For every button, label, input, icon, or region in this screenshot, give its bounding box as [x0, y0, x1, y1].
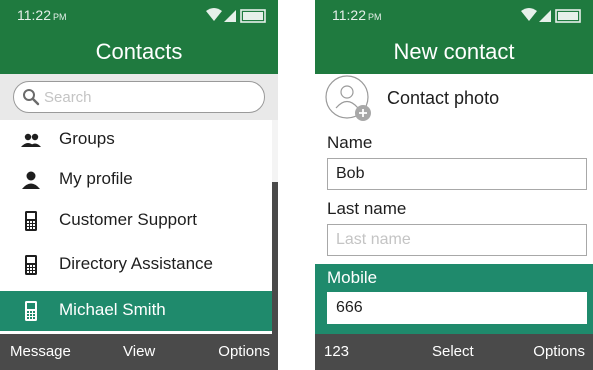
contact-photo-row[interactable]: Contact photo [315, 74, 593, 124]
status-bar: 11:22 PM [0, 0, 278, 30]
wifi-icon [206, 8, 222, 21]
status-ampm: PM [53, 12, 67, 22]
list-item-label: Customer Support [59, 210, 197, 229]
search-area [0, 74, 278, 120]
softkey-message[interactable]: Message [10, 343, 71, 360]
search-icon [23, 89, 40, 106]
last-name-label: Last name [327, 199, 407, 218]
phone-device-icon [25, 211, 37, 231]
mobile-field[interactable] [327, 292, 587, 324]
softkey-select[interactable]: Select [432, 343, 474, 360]
contact-photo-label: Contact photo [387, 88, 500, 108]
name-label: Name [327, 133, 373, 152]
new-contact-screen: 11:22PM New contact Contact photo Name L… [315, 0, 593, 370]
list-item-my-profile[interactable]: My profile [0, 160, 272, 200]
groups-icon [21, 133, 41, 147]
phone-device-icon [25, 301, 37, 321]
page-title: New contact [315, 30, 593, 74]
status-ampm: PM [368, 12, 382, 22]
name-field[interactable] [327, 158, 587, 190]
signal-icon [224, 10, 236, 22]
list-item-label: My profile [59, 169, 133, 188]
softkey-options[interactable]: Options [218, 343, 270, 360]
wifi-icon [521, 8, 537, 21]
status-icons [521, 8, 581, 23]
status-icons [206, 8, 266, 23]
list-item-customer-support[interactable]: Customer Support [0, 201, 272, 241]
list-item-label: Groups [59, 129, 115, 148]
avatar-add-icon [325, 75, 371, 121]
person-icon [22, 171, 40, 189]
softkey-bar: 123 Select Options [315, 334, 593, 370]
softkey-123[interactable]: 123 [324, 343, 349, 360]
list-item-groups[interactable]: Groups [0, 120, 272, 160]
signal-icon [539, 10, 551, 22]
search-box[interactable] [13, 81, 265, 113]
last-name-field[interactable] [327, 224, 587, 256]
scroll-thumb[interactable] [272, 182, 278, 334]
page-title: Contacts [0, 30, 278, 74]
status-time: 11:22 PM [332, 7, 382, 23]
contacts-screen: 11:22PM Contacts Groups [0, 0, 278, 370]
status-time: 11:22 PM [17, 7, 67, 23]
softkey-options[interactable]: Options [533, 343, 585, 360]
status-bar: 11:22 PM [315, 0, 593, 30]
list-item-michael-smith[interactable]: Michael Smith [0, 291, 272, 331]
phone-device-icon [25, 255, 37, 275]
list-item-directory-assistance[interactable]: Directory Assistance [0, 245, 272, 285]
search-input[interactable] [44, 86, 244, 108]
softkey-view[interactable]: View [123, 343, 155, 360]
scrollbar[interactable] [272, 120, 278, 334]
list-item-label: Directory Assistance [59, 254, 213, 273]
mobile-field-selected[interactable]: Mobile [315, 264, 593, 334]
softkey-bar: Message View Options [0, 334, 278, 370]
list-item-label: Michael Smith [59, 300, 166, 319]
mobile-label: Mobile [327, 268, 378, 287]
